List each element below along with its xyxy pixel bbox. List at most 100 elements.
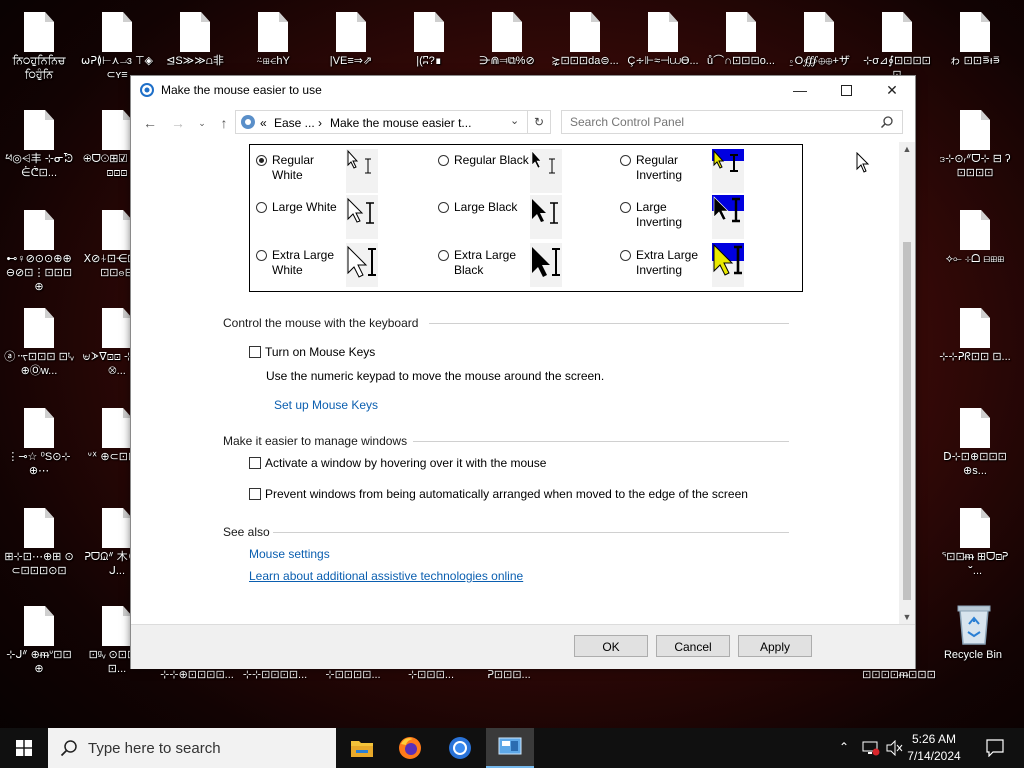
desktop-icon[interactable]: ⊹ᒍᐥ ⊕ᵯᐡ⊡⊡⊕ (2, 596, 76, 688)
radio-extra-large-inverting[interactable] (620, 250, 631, 261)
desktop-icon[interactable]: ཕ◎⩤丰 ⊹ᓂᘸ⋵ᕧ⊡... (2, 100, 76, 192)
chevron-down-icon: ⌄ (198, 118, 206, 128)
file-icon (24, 408, 54, 448)
refresh-button[interactable]: ↻ (527, 110, 551, 134)
close-button[interactable]: ✕ (869, 76, 915, 104)
hover-activate-label[interactable]: Activate a window by hovering over it wi… (265, 456, 546, 470)
mouse-settings-link[interactable]: Mouse settings (249, 547, 330, 561)
desktop-icon[interactable]: ᕐ⊡⊡ᵯ ⊞ᗜ⊡ᕈᐡ... (938, 498, 1012, 590)
address-dropdown-icon[interactable]: ⌄ (510, 114, 519, 127)
hover-activate-checkbox[interactable] (249, 457, 261, 469)
search-input[interactable] (568, 114, 872, 130)
search-box[interactable] (561, 110, 903, 134)
breadcrumb-current[interactable]: Make the mouse easier t... (330, 116, 471, 130)
file-explorer-icon (351, 741, 373, 757)
file-icon (102, 606, 132, 646)
file-icon (24, 12, 54, 52)
cursor-preview-large-inverting (712, 195, 744, 239)
scroll-up-button[interactable]: ▲ (899, 142, 915, 156)
desktop-icon-label[interactable]: ⊹⊹⊕⊡⊡⊡⊡... (158, 668, 236, 681)
desktop-icon[interactable]: ⟡⟜ ⊹ᗝ ⊟⊞⊞ (938, 200, 1012, 292)
cancel-button[interactable]: Cancel (656, 635, 730, 657)
desktop-icon-label[interactable]: ⊹⊡⊡⊡⊡... (314, 668, 392, 681)
file-icon (960, 408, 990, 448)
show-hidden-icons-button[interactable]: ⌃ (839, 740, 849, 754)
content-area: Regular White Regular Black Regular Inve… (131, 142, 901, 624)
radio-extra-large-white[interactable] (256, 250, 267, 261)
mouse-keys-checkbox[interactable] (249, 346, 261, 358)
desktop-icon-label[interactable]: ⊹⊡⊡⊡... (392, 668, 470, 681)
network-icon[interactable] (862, 740, 880, 756)
prevent-snap-checkbox[interactable] (249, 488, 261, 500)
file-icon (804, 12, 834, 52)
prevent-snap-label[interactable]: Prevent windows from being automatically… (265, 487, 748, 501)
control-panel-icon (498, 737, 522, 755)
arrow-cursor-icon (532, 247, 560, 277)
desktop-icon[interactable]: ⊷♀⊘⊙⊙⊕⊕ ⊖⊘⊡⋮⊡⊡⊡⊕ (2, 200, 76, 293)
set-up-mouse-keys-link[interactable]: Set up Mouse Keys (274, 398, 378, 412)
firefox-icon (399, 737, 421, 759)
file-icon (882, 12, 912, 52)
radio-regular-black[interactable] (438, 155, 449, 166)
scroll-down-button[interactable]: ▼ (899, 610, 915, 624)
recycle-bin[interactable]: Recycle Bin (936, 596, 1010, 688)
section-divider (273, 532, 789, 533)
vertical-scrollbar[interactable]: ▲ ▼ (899, 142, 915, 624)
search-icon (880, 116, 893, 129)
recent-locations-button[interactable]: ⌄ (193, 114, 211, 132)
desktop-icon-label[interactable]: ᕈ⊡⊡⊡... (470, 668, 548, 681)
arrow-cursor-icon (347, 197, 374, 224)
section-divider (413, 441, 789, 442)
apply-button[interactable]: Apply (738, 635, 812, 657)
file-icon (336, 12, 366, 52)
ok-button[interactable]: OK (574, 635, 648, 657)
cursor-preview-large-white (346, 195, 378, 239)
maximize-icon (840, 84, 852, 96)
desktop-icon[interactable]: ᗞ⊹⊡⊕⊡⊡⊡ ⊕s... (938, 398, 1012, 490)
mouse-keys-label[interactable]: Turn on Mouse Keys (265, 345, 375, 359)
taskbar-clock[interactable]: 5:26 AM 7/14/2024 (904, 731, 964, 765)
start-button[interactable] (0, 728, 48, 768)
file-icon (102, 308, 132, 348)
taskbar-firefox[interactable] (386, 728, 434, 768)
file-icon (24, 110, 54, 150)
assistive-technologies-link[interactable]: Learn about additional assistive technol… (249, 569, 523, 583)
radio-extra-large-black[interactable] (438, 250, 449, 261)
title-bar[interactable]: Make the mouse easier to use — ✕ (131, 76, 915, 104)
taskbar-search[interactable]: Type here to search (48, 728, 336, 768)
forward-button[interactable]: → (169, 114, 187, 132)
maximize-button[interactable] (823, 76, 869, 104)
radio-large-white[interactable] (256, 202, 267, 213)
radio-regular-inverting[interactable] (620, 155, 631, 166)
address-bar[interactable]: « Ease ... › Make the mouse easier t... … (235, 110, 551, 134)
up-button[interactable]: ↑ (215, 114, 233, 132)
back-button[interactable]: ← (141, 114, 159, 132)
desktop-icon[interactable]: ⓐ᠃ᡪ⊡⊡⊡ ⊡ᵗᵥ⊕Ⓞw... (2, 298, 76, 390)
desktop-icon[interactable]: ゎ ⊡⊡⋾ᵻ⋾ (938, 2, 1012, 94)
taskbar-chrome[interactable] (436, 728, 484, 768)
desktop-icon-label[interactable]: ⊹⊹⊡⊡⊡⊡... (236, 668, 314, 681)
forward-arrow-icon: → (171, 115, 185, 131)
ease-of-access-icon (140, 83, 154, 97)
file-icon (24, 606, 54, 646)
minimize-button[interactable]: — (777, 76, 823, 104)
desktop-icon[interactable]: ဒ⊹⊙ᵣᐥᗜ⊹ ⊟ ʔ ⊡⊡⊡⊡ (938, 100, 1012, 192)
cursor-preview-regular-inverting (712, 149, 744, 193)
radio-regular-white[interactable] (256, 155, 267, 166)
breadcrumb-ease-of-access[interactable]: Ease ... (274, 116, 315, 130)
scroll-thumb[interactable] (903, 242, 911, 600)
taskbar-file-explorer[interactable] (338, 728, 386, 768)
desktop-icon[interactable]: ⊹⊹ᕈᖇ⊡⊡ ⊡... (938, 298, 1012, 390)
control-panel-window: Make the mouse easier to use — ✕ ← → ⌄ ↑… (130, 75, 916, 669)
desktop-icon[interactable]: ⊞⊹⊡⋯⊕⊞ ⊙⊂⊡⊡⊡⊙⊡ (2, 498, 76, 590)
radio-large-inverting[interactable] (620, 202, 631, 213)
taskbar-control-panel[interactable] (486, 728, 534, 768)
desktop-icon-label[interactable]: ⊡⊡⊡⊡ᵯ⊡⊡⊡ (860, 668, 938, 681)
radio-large-black[interactable] (438, 202, 449, 213)
desktop-icon[interactable]: ਨਿ੦ਹੁਨਿਨਿਚ੦ਿਹੁੰਨਿ (2, 2, 76, 94)
notifications-button[interactable] (976, 728, 1016, 768)
recycle-bin-icon (957, 605, 991, 645)
desktop-icon[interactable]: ⋮⊸☆ ⁰S⊙⊹⊕⋯ (2, 398, 76, 490)
volume-muted-icon[interactable] (886, 740, 904, 756)
breadcrumb-prefix: « (260, 116, 267, 130)
